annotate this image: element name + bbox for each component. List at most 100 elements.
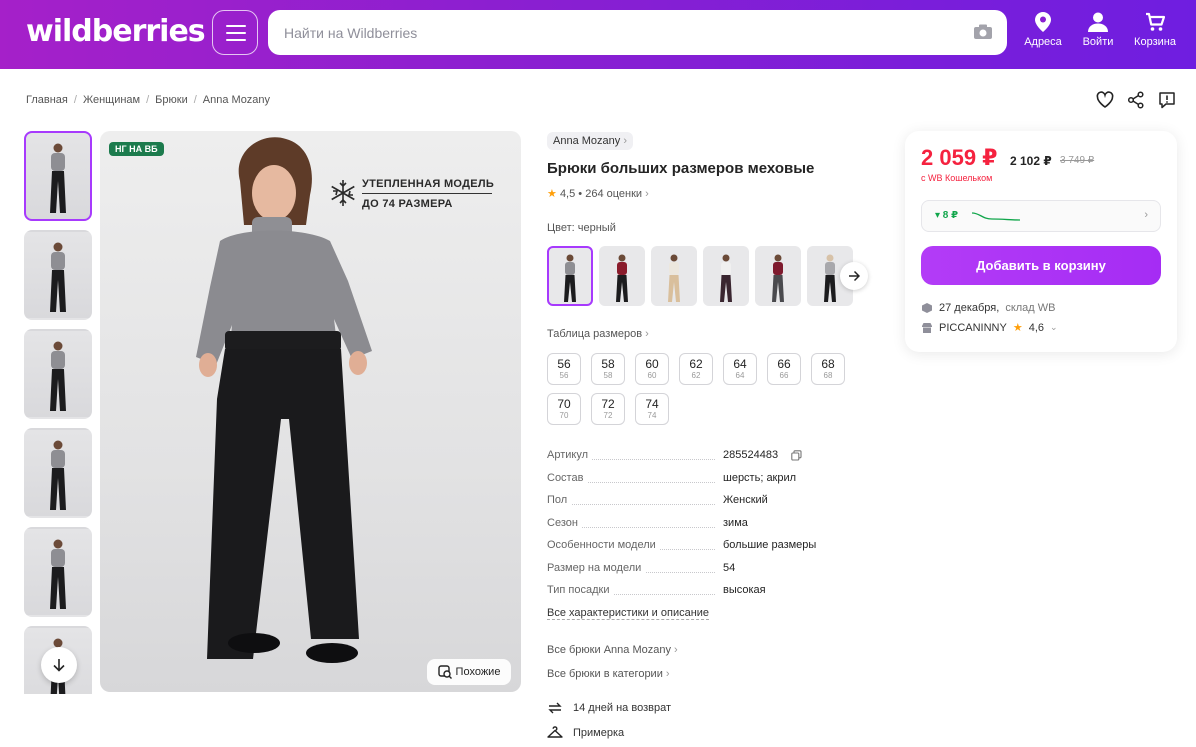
thumbnails-scroll-down-button[interactable] xyxy=(41,647,77,683)
size-option[interactable]: 56 56 xyxy=(547,353,581,385)
brand-name: Anna Mozany xyxy=(553,135,621,147)
search-bar xyxy=(268,10,1007,55)
price-trend-sparkline xyxy=(972,212,1021,221)
size-option[interactable]: 66 66 xyxy=(767,353,801,385)
image-search-icon xyxy=(437,665,452,679)
all-brand-trousers-link[interactable]: Все брюки Anna Mozany › xyxy=(547,644,678,656)
spec-value: шерсть; акрил xyxy=(723,471,797,484)
arrow-down-icon xyxy=(53,659,65,672)
breadcrumb-women[interactable]: Женщинам xyxy=(83,94,140,106)
size-option[interactable]: 60 60 xyxy=(635,353,669,385)
size-sub-value: 66 xyxy=(779,371,789,380)
wallet-price: 2 059 ₽ xyxy=(921,145,998,170)
spec-key: Артикул xyxy=(547,449,593,461)
color-swatch[interactable] xyxy=(547,246,593,306)
gallery-thumbnail[interactable] xyxy=(24,131,92,221)
similar-button[interactable]: Похожие xyxy=(427,659,511,685)
arrow-right-icon xyxy=(849,270,860,282)
size-value: 66 xyxy=(777,357,791,371)
price-trend[interactable]: ▾ 8 ₽ › xyxy=(921,200,1161,232)
spec-row: Особенности модели большие размеры xyxy=(547,539,877,562)
gallery-thumbnail[interactable] xyxy=(24,329,92,419)
promo-line-1: УТЕПЛЕННАЯ МОДЕЛЬ xyxy=(362,178,495,190)
breadcrumb-brand[interactable]: Anna Mozany xyxy=(203,94,270,106)
color-swatch[interactable] xyxy=(755,246,801,306)
size-option[interactable]: 64 64 xyxy=(723,353,757,385)
gallery-thumbnail[interactable] xyxy=(24,428,92,518)
share-icon[interactable] xyxy=(1127,91,1145,109)
size-options: 56 56 58 58 60 60 62 62 64 64 66 66 68 68 70 70 72 72 74 74 xyxy=(547,353,877,425)
login-button[interactable]: Войти xyxy=(1068,12,1128,48)
breadcrumb: Главная / Женщинам / Брюки / Anna Mozany xyxy=(26,94,271,106)
old-price: 3 749 ₽ xyxy=(1060,155,1095,166)
size-table-label: Таблица размеров xyxy=(547,328,643,340)
size-value: 74 xyxy=(645,397,659,411)
model-illustration xyxy=(196,137,372,663)
product-specs: Артикул 285524483 Состав шерсть; акрил Пол Же… xyxy=(547,449,877,607)
addresses-button[interactable]: Адреса xyxy=(1013,12,1073,48)
spec-row: Тип посадки высокая xyxy=(547,584,877,607)
all-category-link[interactable]: Все брюки в категории › xyxy=(547,668,670,680)
spec-row: Артикул 285524483 xyxy=(547,449,877,472)
star-icon: ★ xyxy=(1012,322,1023,334)
spec-row: Размер на модели 54 xyxy=(547,561,877,585)
breadcrumb-trousers[interactable]: Брюки xyxy=(155,94,188,106)
search-input[interactable] xyxy=(284,10,944,55)
all-brand-label: Все брюки Anna Mozany xyxy=(547,644,671,656)
warehouse-label: склад WB xyxy=(1005,302,1056,314)
size-value: 64 xyxy=(733,357,747,371)
size-option[interactable]: 68 68 xyxy=(811,353,845,385)
delivery-info: 27 декабря, склад WB xyxy=(921,302,1055,314)
seller-info[interactable]: PICCANINNY ★ 4,6 ⌄ xyxy=(921,321,1058,334)
size-option[interactable]: 62 62 xyxy=(679,353,713,385)
main-product-photo[interactable]: НГ НА ВБ УТЕПЛЕННАЯ МОДЕЛЬ ДО 74 РАЗМЕРА… xyxy=(100,131,521,692)
colors-next-button[interactable] xyxy=(840,262,868,290)
color-swatch[interactable] xyxy=(651,246,697,306)
fitting-label: Примерка xyxy=(573,727,625,739)
breadcrumb-home[interactable]: Главная xyxy=(26,94,68,106)
promo-line-2: ДО 74 РАЗМЕРА xyxy=(362,198,453,210)
snowflake-icon xyxy=(331,180,355,206)
size-option[interactable]: 74 74 xyxy=(635,393,669,425)
size-option[interactable]: 70 70 xyxy=(547,393,581,425)
size-sub-value: 62 xyxy=(691,371,701,380)
regular-price: 2 102 ₽ xyxy=(1010,154,1052,168)
size-option[interactable]: 58 58 xyxy=(591,353,625,385)
size-table-link[interactable]: Таблица размеров › xyxy=(547,328,649,340)
size-sub-value: 58 xyxy=(603,371,613,380)
price-card: 2 059 ₽ 2 102 ₽ 3 749 ₽ с WB Кошельком ▾… xyxy=(905,131,1177,352)
color-label: Цвет: черный xyxy=(547,222,616,234)
size-value: 60 xyxy=(645,357,659,371)
addresses-label: Адреса xyxy=(1024,36,1062,48)
spec-key: Пол xyxy=(547,494,572,506)
color-swatch[interactable] xyxy=(703,246,749,306)
size-sub-value: 68 xyxy=(823,371,833,380)
cart-button[interactable]: Корзина xyxy=(1125,12,1185,48)
camera-icon[interactable] xyxy=(973,24,993,40)
add-to-cart-button[interactable]: Добавить в корзину xyxy=(921,246,1161,285)
size-option[interactable]: 72 72 xyxy=(591,393,625,425)
top-header: wildberries Адреса Войти Корзина xyxy=(0,0,1196,69)
brand-chip[interactable]: Anna Mozany › xyxy=(547,132,633,150)
all-characteristics-link[interactable]: Все характеристики и описание xyxy=(547,607,710,620)
favorite-heart-icon[interactable] xyxy=(1096,91,1114,109)
rating-summary[interactable]: ★ 4,5 • 264 оценки › xyxy=(547,187,649,200)
gallery-thumbnails xyxy=(24,131,94,694)
report-icon[interactable] xyxy=(1158,91,1176,109)
spec-key: Особенности модели xyxy=(547,539,660,551)
color-swatch[interactable] xyxy=(599,246,645,306)
copy-icon[interactable] xyxy=(791,450,802,464)
spec-key: Размер на модели xyxy=(547,561,646,574)
gallery-thumbnail[interactable] xyxy=(24,230,92,320)
size-sub-value: 64 xyxy=(735,371,745,380)
wallet-note[interactable]: с WB Кошельком xyxy=(921,173,992,183)
user-icon xyxy=(1088,12,1108,32)
reviews-count: 264 оценки xyxy=(585,188,643,200)
delivery-date: 27 декабря, xyxy=(939,302,1000,314)
wildberries-logo[interactable]: wildberries xyxy=(26,14,206,49)
menu-button[interactable] xyxy=(212,10,258,55)
location-pin-icon xyxy=(1035,12,1051,32)
hanger-icon xyxy=(547,726,563,738)
chevron-down-icon: ⌄ xyxy=(1050,322,1058,332)
gallery-thumbnail[interactable] xyxy=(24,527,92,617)
